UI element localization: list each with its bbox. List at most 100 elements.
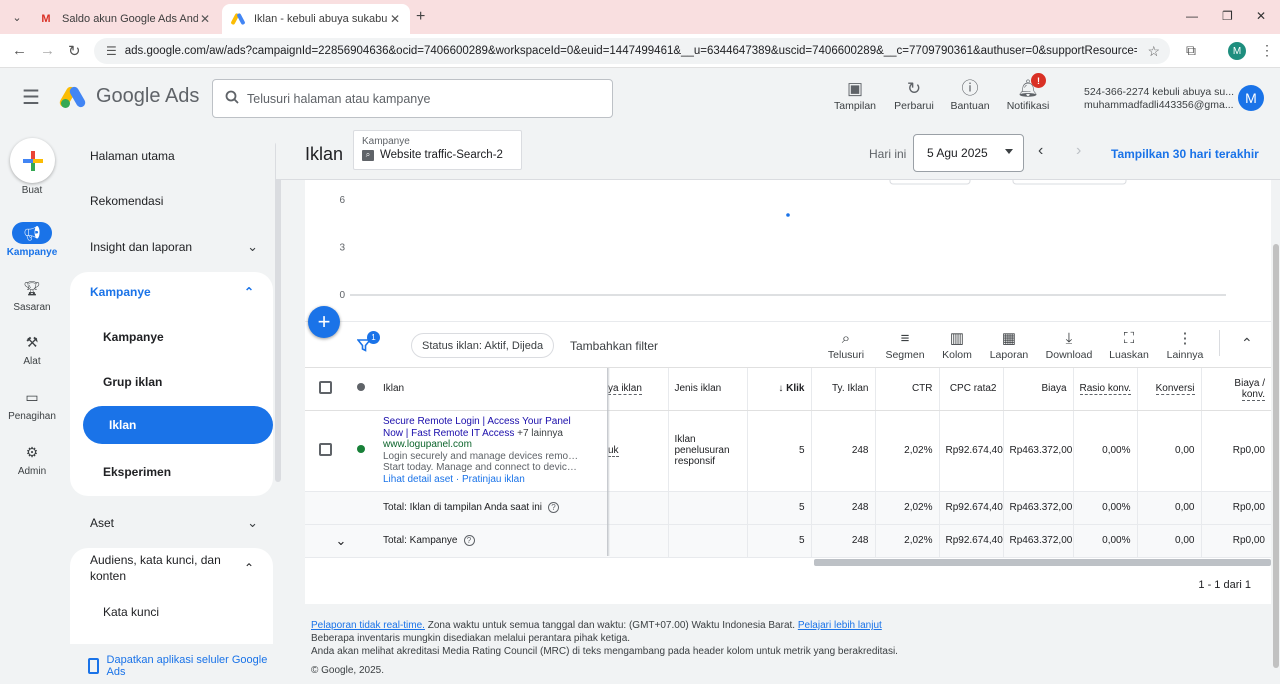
rail-item-tools[interactable]: ⚒ Alat xyxy=(0,331,64,368)
tool-columns[interactable]: ▥ Kolom xyxy=(930,329,984,361)
date-picker[interactable]: 5 Agu 2025 xyxy=(913,134,1024,172)
nav-section-label: Audiens, kata kunci, dan konten xyxy=(90,553,221,583)
total-conv-rate: 0,00% xyxy=(1072,491,1137,525)
campaign-selector[interactable]: Kampanye ⌕ Website traffic-Search-2 xyxy=(353,130,522,170)
reload-icon[interactable]: ↻ xyxy=(68,42,81,60)
new-tab-icon[interactable]: + xyxy=(416,8,425,26)
global-search[interactable] xyxy=(212,79,613,118)
tool-more[interactable]: ⋮ Lainnya xyxy=(1158,329,1212,361)
select-all-checkbox[interactable] xyxy=(318,380,332,394)
window-close-icon[interactable]: ✕ xyxy=(1256,9,1266,23)
non-realtime-link[interactable]: Pelaporan tidak real-time. xyxy=(311,620,425,631)
appearance-button[interactable]: ▣ Tampilan xyxy=(825,78,885,112)
copyright: © Google, 2025. xyxy=(311,665,384,676)
nav-item-ads[interactable]: Iklan xyxy=(83,406,273,444)
extensions-icon[interactable]: ⧉ xyxy=(1186,42,1196,59)
page-scrollbar[interactable] xyxy=(1273,244,1279,668)
ad-display-url: www.logupanel.com xyxy=(383,439,472,450)
close-tab-icon[interactable]: ✕ xyxy=(198,12,212,26)
tool-search[interactable]: ⌕ Telusuri xyxy=(819,329,873,361)
help-icon[interactable]: ? xyxy=(463,535,475,546)
horizontal-scrollbar[interactable] xyxy=(814,559,1271,566)
collapse-toolbar-icon[interactable]: ⌃ xyxy=(1241,335,1253,352)
total-cost-per-conv: Rp0,00 xyxy=(1200,491,1271,525)
table-row[interactable]: Secure Remote Login | Access Your Panel … xyxy=(305,410,1271,492)
show-30-days-link[interactable]: Tampilkan 30 hari terakhir xyxy=(1111,147,1259,161)
nav-item-campaigns[interactable]: Kampanye xyxy=(103,330,164,344)
tool-reports[interactable]: ▦ Laporan xyxy=(982,329,1036,361)
col-conversions[interactable]: Konversi xyxy=(1136,368,1201,411)
nav-item-recommendations[interactable]: Rekomendasi xyxy=(90,194,258,208)
chevron-down-icon[interactable]: ⌄ xyxy=(336,533,347,548)
get-app-link[interactable]: Dapatkan aplikasi seluler Google Ads xyxy=(88,654,276,678)
nav-item-home[interactable]: Halaman utama xyxy=(90,149,258,163)
preview-ad-link[interactable]: Pratinjau iklan xyxy=(462,474,525,485)
tool-download[interactable]: ⤓ Download xyxy=(1042,329,1096,361)
maximize-icon[interactable]: ❐ xyxy=(1222,9,1233,23)
help-icon[interactable]: ? xyxy=(547,502,559,513)
rail-item-admin[interactable]: ⚙ Admin xyxy=(0,441,64,478)
avg-cpc-cell: Rp92.674,40 xyxy=(938,410,1003,492)
view-asset-details-link[interactable]: Lihat detail aset xyxy=(383,474,453,485)
close-tab-icon[interactable]: ✕ xyxy=(388,12,402,26)
hamburger-menu-icon[interactable]: ☰ xyxy=(22,88,40,108)
browser-menu-icon[interactable]: ⋮ xyxy=(1260,42,1274,59)
nav-item-assets[interactable]: Aset ⌄ xyxy=(90,515,258,531)
nav-section-header[interactable]: Kampanye ⌃ xyxy=(90,285,254,299)
previous-period-icon[interactable]: ‹ xyxy=(1038,142,1043,160)
add-filter-button[interactable]: Tambahkan filter xyxy=(570,339,658,353)
col-cost-per-conv[interactable]: Biaya / konv. xyxy=(1200,368,1271,411)
ad-headline-1[interactable]: Secure Remote Login | Access Your Panel xyxy=(383,416,602,428)
col-avg-cpc[interactable]: CPC rata2 xyxy=(938,368,1003,411)
ad-status-cell[interactable]: uk xyxy=(608,410,668,492)
status-enabled-dot[interactable] xyxy=(357,445,365,453)
back-icon[interactable]: ← xyxy=(12,42,27,59)
row-checkbox[interactable] xyxy=(318,442,332,456)
create-button[interactable] xyxy=(10,138,55,183)
browser-tab-gmail[interactable]: M Saldo akun Google Ads Anda h ✕ xyxy=(30,4,220,34)
notifications-label: Notifikasi xyxy=(1006,100,1050,112)
add-ad-button[interactable]: + xyxy=(308,306,340,338)
notifications-button[interactable]: 🔔︎ ! Notifikasi xyxy=(998,73,1058,112)
tab-search-icon[interactable]: ⌄ xyxy=(6,6,28,28)
nav-item-experiments[interactable]: Eksperimen xyxy=(103,465,171,479)
col-conv-rate[interactable]: Rasio konv. xyxy=(1072,368,1137,411)
rail-item-campaigns[interactable]: 📢︎ Kampanye xyxy=(0,222,64,258)
search-input[interactable] xyxy=(247,91,612,106)
col-conversions-label: Konversi xyxy=(1155,383,1195,396)
col-cost[interactable]: Biaya xyxy=(1002,368,1073,411)
google-ads-logo[interactable]: Google Ads xyxy=(58,84,199,109)
col-impressions[interactable]: Ty. Iklan xyxy=(810,368,875,411)
forward-icon[interactable]: → xyxy=(40,42,55,59)
col-status[interactable]: ya iklan xyxy=(608,368,668,411)
col-ad-type[interactable]: Jenis iklan xyxy=(667,368,747,411)
tool-label: Telusuri xyxy=(827,349,865,361)
nav-section-header[interactable]: Audiens, kata kunci, dan konten ⌃ xyxy=(90,552,254,584)
browser-profile-avatar[interactable]: M xyxy=(1228,42,1246,60)
frozen-column-divider xyxy=(607,368,610,556)
learn-more-link[interactable]: Pelajari lebih lanjut xyxy=(798,620,882,631)
nav-item-insights[interactable]: Insight dan laporan ⌄ xyxy=(90,239,258,255)
nav-section-audiences: Audiens, kata kunci, dan konten ⌃ Kata ku… xyxy=(70,548,273,644)
next-period-icon[interactable]: › xyxy=(1076,142,1081,160)
minimize-icon[interactable]: — xyxy=(1186,9,1198,23)
refresh-button[interactable]: ↻ Perbarui xyxy=(884,78,944,112)
tool-expand[interactable]: ⛶ Luaskan xyxy=(1102,329,1156,361)
rail-item-billing[interactable]: ▭ Penagihan xyxy=(0,386,64,423)
col-ad[interactable]: Iklan xyxy=(377,368,608,411)
ad-headline-2[interactable]: Now | Fast Remote IT Access xyxy=(383,428,514,439)
tool-segment[interactable]: ≡ Segmen xyxy=(878,329,932,361)
nav-item-ad-groups[interactable]: Grup iklan xyxy=(103,375,162,389)
nav-item-keywords[interactable]: Kata kunci xyxy=(103,605,159,619)
bookmark-star-icon[interactable]: ☆ xyxy=(1147,43,1160,60)
col-ctr[interactable]: CTR xyxy=(874,368,939,411)
avatar[interactable]: M xyxy=(1238,85,1264,111)
browser-tab-ads[interactable]: Iklan - kebuli abuya sukabumi - ✕ xyxy=(222,4,410,34)
site-info-icon[interactable]: ☰ xyxy=(106,44,117,58)
url-bar[interactable]: ☰ ads.google.com/aw/ads?campaignId=22856… xyxy=(94,38,1170,64)
account-info[interactable]: 524-366-2274 kebuli abuya su... muhammad… xyxy=(1084,86,1234,112)
col-clicks[interactable]: ↓ Klik xyxy=(746,368,811,411)
rail-item-goals[interactable]: 🏆︎ Sasaran xyxy=(0,277,64,314)
help-button[interactable]: ⓘ Bantuan xyxy=(940,78,1000,112)
status-filter-chip[interactable]: Status iklan: Aktif, Dijeda xyxy=(411,333,555,358)
